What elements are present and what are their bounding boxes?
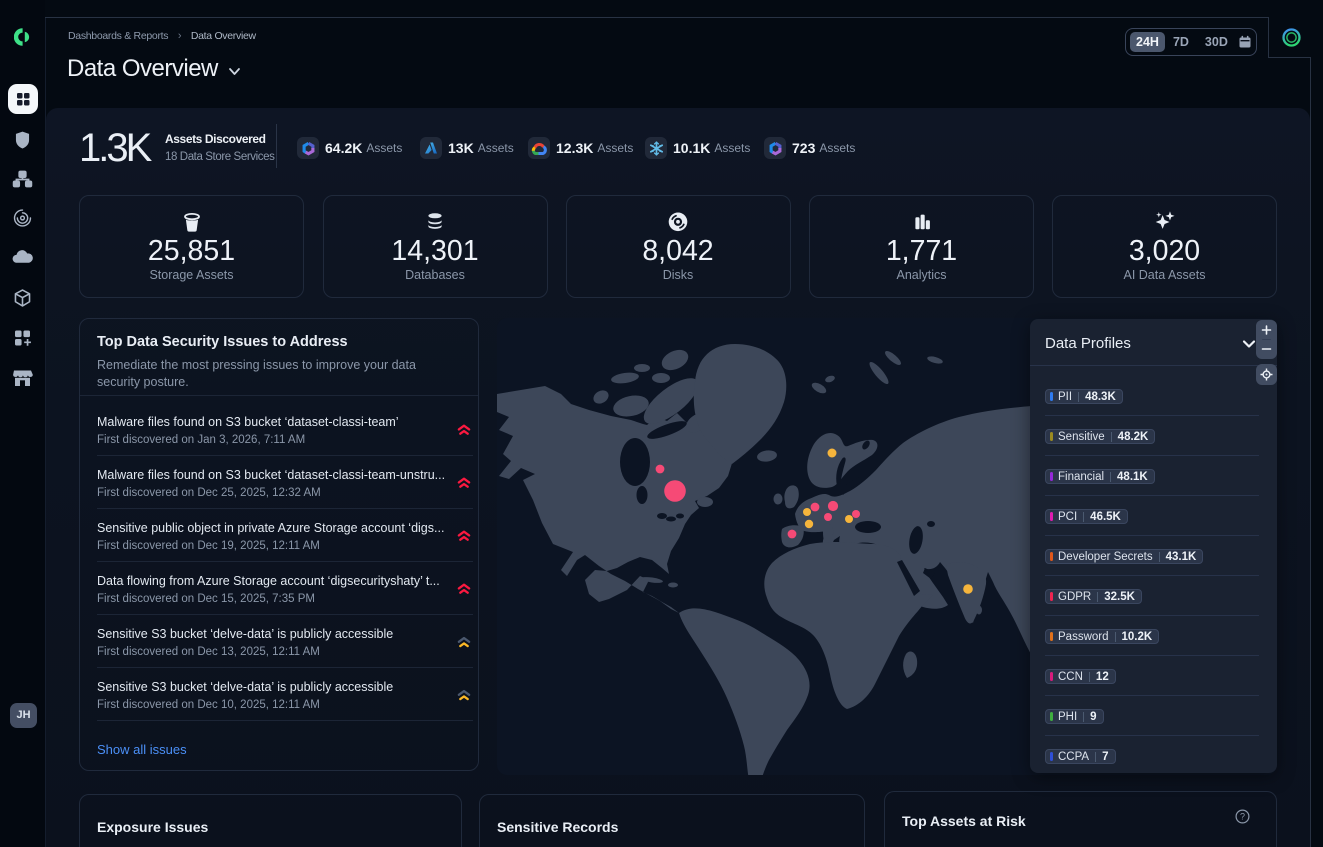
svg-text:?: ?	[1240, 812, 1245, 822]
